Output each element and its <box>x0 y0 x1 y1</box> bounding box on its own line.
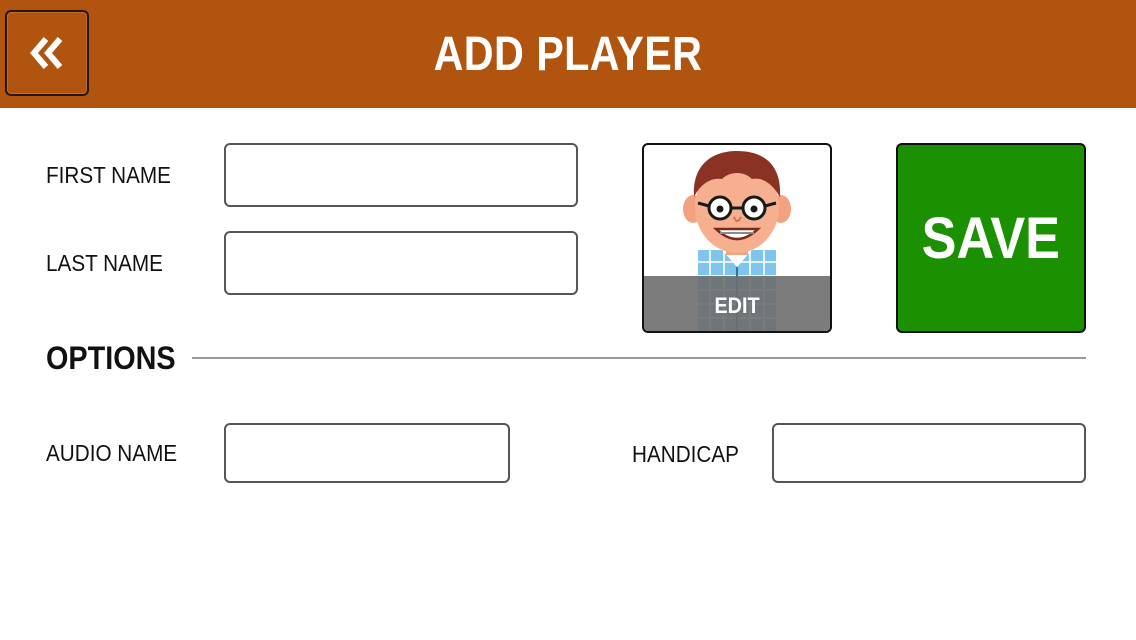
back-button[interactable] <box>5 10 89 96</box>
audio-name-input[interactable] <box>224 423 510 483</box>
double-chevron-left-icon <box>30 37 63 69</box>
last-name-input[interactable] <box>224 231 578 295</box>
options-divider <box>192 357 1086 359</box>
handicap-input[interactable] <box>772 423 1086 483</box>
options-heading: OPTIONS <box>46 340 176 376</box>
audio-name-label: AUDIO NAME <box>46 440 178 466</box>
header-bar: ADD PLAYER <box>0 0 1136 108</box>
page-title: ADD PLAYER <box>433 27 703 81</box>
first-name-label: FIRST NAME <box>46 162 171 188</box>
save-label: SAVE <box>921 205 1061 271</box>
save-button[interactable]: SAVE <box>896 143 1086 333</box>
first-name-input[interactable] <box>224 143 578 207</box>
last-name-label: LAST NAME <box>46 250 163 276</box>
add-player-screen: ADD PLAYER FIRST NAME LAST NAME EDIT SAV… <box>0 0 1136 640</box>
edit-label: EDIT <box>714 293 760 318</box>
handicap-label: HANDICAP <box>632 441 739 467</box>
avatar-edit-button[interactable]: EDIT <box>642 143 832 333</box>
